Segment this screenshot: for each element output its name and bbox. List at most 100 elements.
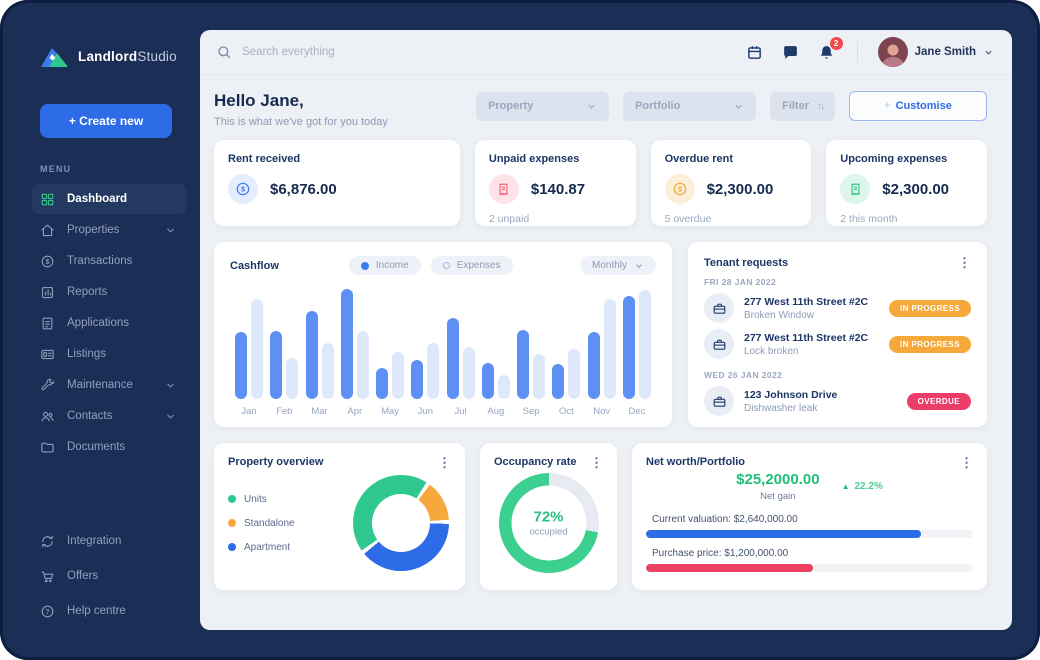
donut-hole: 72% occupied [511,486,586,561]
search-input[interactable] [242,46,542,58]
messages-icon[interactable] [781,42,801,62]
stat-card-note: 2 this month [840,213,973,225]
stat-card-title: Unpaid expenses [489,153,622,165]
cart-icon [40,569,55,584]
period-dropdown[interactable]: Monthly [580,256,656,275]
stat-card-amount: $2,300.00 [882,181,949,198]
sidebar-item-reports[interactable]: Reports [32,277,186,307]
dashboard-body: Hello Jane, This is what we've got for y… [200,75,1012,630]
net-worth-bars: Current valuation: $2,640,000.00Purchase… [646,514,973,572]
user-menu[interactable]: Jane Smith [878,37,994,67]
income-bar[interactable] [482,363,494,399]
expenses-bar[interactable] [498,375,510,399]
property-overview-card: Property overview ⋮ UnitsStandaloneApart… [214,443,465,590]
sidebar-item-offers[interactable]: Offers [32,562,186,590]
income-bar[interactable] [517,330,529,399]
request-issue: Broken Window [744,310,868,321]
customise-button[interactable]: + Customise [849,91,987,121]
bar-pair [376,287,404,399]
sidebar-item-maintenance[interactable]: Maintenance [32,370,186,400]
legend-label: Units [244,494,267,505]
cashflow-card: Cashflow IncomeExpenses Monthly JanFebMa… [214,242,672,427]
income-bar[interactable] [270,331,282,399]
calendar-icon[interactable] [745,42,765,62]
expenses-bar[interactable] [427,343,439,399]
legend-label: Standalone [244,518,295,529]
tenant-requests-header: Tenant requests ⋮ [704,256,971,269]
sidebar-item-properties[interactable]: Properties [32,215,186,245]
search-bar[interactable] [216,44,745,60]
user-name: Jane Smith [915,46,976,58]
sidebar-item-label: Transactions [67,255,132,267]
filter-button[interactable]: Filter ↑↓ [770,92,835,121]
property-overview-donut-chart [353,475,449,571]
expenses-bar[interactable] [322,343,334,399]
income-bar[interactable] [341,289,353,399]
tenant-request-row[interactable]: 277 West 11th Street #2CLock brokenIN PR… [704,326,971,362]
income-bar[interactable] [552,364,564,399]
bar-group-mar: Mar [305,287,335,417]
status-badge[interactable]: OVERDUE [907,393,971,410]
month-label: Dec [628,406,645,417]
property-dropdown[interactable]: Property [476,92,609,121]
dollar-coin-icon: $ [665,174,695,204]
expenses-bar[interactable] [533,354,545,399]
bar-group-feb: Feb [269,287,299,417]
expenses-bar[interactable] [568,349,580,399]
request-issue: Dishwasher leak [744,403,837,414]
expenses-bar[interactable] [286,358,298,399]
tenant-request-row[interactable]: 123 Johnson DriveDishwasher leakOVERDUE [704,383,971,419]
sidebar-item-help-centre[interactable]: ?Help centre [32,597,186,625]
net-worth-bar-track [646,530,973,538]
sidebar-item-integration[interactable]: Integration [32,527,186,555]
help-icon: ? [40,604,55,619]
legend-dot [228,495,236,503]
notifications-bell-icon[interactable]: 2 [817,42,837,62]
expenses-bar[interactable] [357,331,369,399]
status-badge[interactable]: IN PROGRESS [889,300,971,317]
create-new-button[interactable]: + Create new [40,104,172,138]
sidebar-item-listings[interactable]: Listings [32,339,186,369]
chevron-down-icon [634,261,644,271]
sidebar-item-dashboard[interactable]: Dashboard [32,184,186,214]
sidebar-item-documents[interactable]: Documents [32,432,186,462]
legend-toggle-income[interactable]: Income [349,256,421,275]
donut-hole [372,494,430,552]
expenses-bar[interactable] [392,352,404,399]
kebab-menu-icon[interactable]: ⋮ [960,456,973,469]
month-label: Jan [241,406,256,417]
sidebar-item-applications[interactable]: Applications [32,308,186,338]
expenses-bar[interactable] [604,299,616,399]
income-bar[interactable] [447,318,459,399]
expenses-bar[interactable] [639,290,651,399]
sidebar-item-contacts[interactable]: Contacts [32,401,186,431]
request-issue: Lock broken [744,346,868,357]
legend-toggle-expenses[interactable]: Expenses [431,256,513,275]
sidebar-item-transactions[interactable]: $Transactions [32,246,186,276]
expenses-bar[interactable] [463,347,475,399]
status-badge[interactable]: IN PROGRESS [889,336,971,353]
brand-logo[interactable]: LandlordStudio [40,44,200,68]
income-bar[interactable] [411,360,423,399]
income-bar[interactable] [376,368,388,399]
expenses-bar[interactable] [251,299,263,399]
bar-group-aug: Aug [481,287,511,417]
menu-section-label: MENU [40,164,200,174]
net-worth-card: Net worth/Portfolio ⋮ $25,2000.00 Net ga… [632,443,987,590]
net-worth-title: Net worth/Portfolio [646,456,745,468]
greeting: Hello Jane, This is what we've got for y… [214,91,388,128]
net-gain: $25,2000.00 Net gain [736,471,819,502]
income-bar[interactable] [588,332,600,399]
portfolio-dropdown[interactable]: Portfolio [623,92,756,121]
toolbox-icon [704,329,734,359]
net-gain-row: $25,2000.00 Net gain ▲ 22.2% [646,471,973,502]
income-bar[interactable] [235,332,247,399]
kebab-menu-icon[interactable]: ⋮ [590,456,603,469]
topbar-divider [857,41,858,63]
kebab-menu-icon[interactable]: ⋮ [958,256,971,269]
legend-item-apartment: Apartment [228,542,295,553]
tenant-request-row[interactable]: 277 West 11th Street #2CBroken WindowIN … [704,290,971,326]
income-bar[interactable] [623,296,635,399]
income-bar[interactable] [306,311,318,399]
kebab-menu-icon[interactable]: ⋮ [438,456,451,469]
